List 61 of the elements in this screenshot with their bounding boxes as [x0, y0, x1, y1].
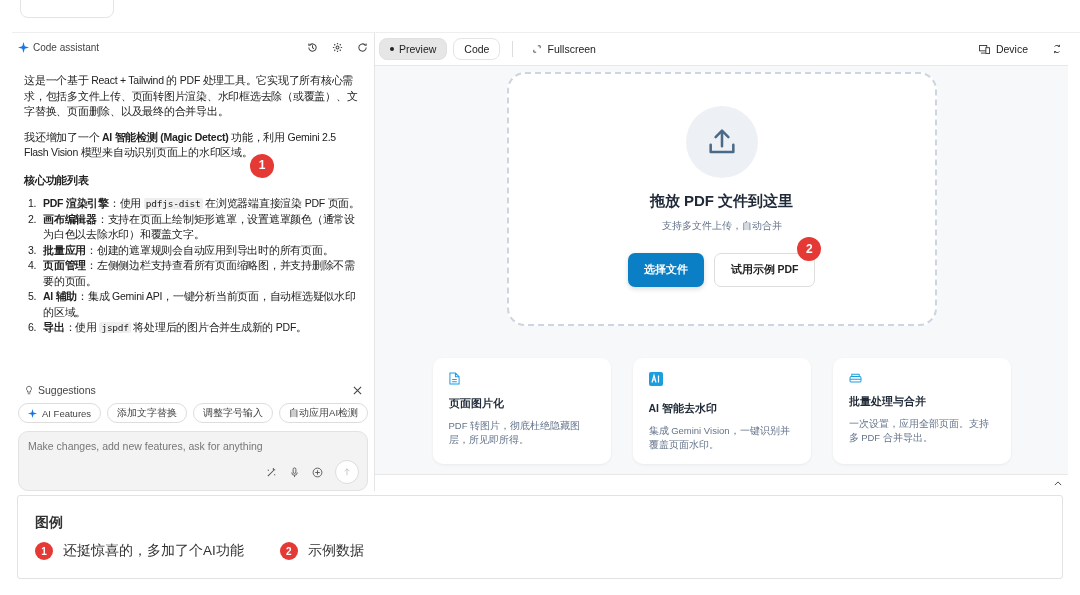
ai-icon	[648, 372, 663, 386]
list-item: 导出：使用 jspdf 将处理后的图片合并生成新的 PDF。	[43, 320, 308, 335]
feature-description: PDF 转图片，彻底杜绝隐藏图层，所见即所得。	[448, 419, 582, 447]
feature-title: 批量处理与合并	[848, 395, 927, 409]
stack-icon	[848, 372, 862, 383]
document-icon	[448, 372, 460, 385]
devices-icon	[978, 44, 990, 54]
list-item: AI 辅助：集成 Gemini API，一键分析当前页面，自动框选疑似水印的区域。	[43, 289, 357, 320]
sparkle-icon	[28, 408, 37, 418]
legend-text: 还挺惊喜的，多加了个AI功能	[63, 542, 244, 560]
microphone-icon[interactable]	[289, 466, 300, 478]
device-button[interactable]: Device	[970, 43, 1036, 55]
list-number: 1.	[28, 196, 38, 211]
magic-wand-icon[interactable]	[266, 466, 277, 478]
drop-zone[interactable]: 拖放 PDF 文件到这里 支持多文件上传，自动合并 选择文件 试用示例 PDF 2	[506, 72, 937, 326]
feature-description: 一次设置，应用全部页面。支持多 PDF 合并导出。	[848, 417, 990, 445]
prompt-field[interactable]: Make changes, add new features, ask for anything	[28, 440, 359, 452]
legend-badge: 2	[279, 542, 298, 560]
refresh-icon[interactable]	[357, 41, 368, 53]
settings-icon[interactable]	[332, 41, 343, 53]
view-tab[interactable]: Code	[453, 38, 501, 60]
legend-title: 图例	[35, 514, 64, 532]
add-icon[interactable]	[312, 466, 323, 478]
drop-zone-subtitle: 支持多文件上传，自动合并	[661, 219, 782, 233]
sample-pdf-button[interactable]: 试用示例 PDF	[713, 253, 816, 287]
suggestion-chip[interactable]: 自动应用AI检测	[279, 403, 369, 423]
feature-description: 集成 Gemini Vision，一键识别并覆盖页面水印。	[648, 424, 791, 452]
list-number: 5.	[28, 289, 38, 304]
annotation-badge: 2	[797, 237, 822, 261]
message-paragraph: 这是一个基于 React + Tailwind 的 PDF 处理工具。它实现了所有核心需求，包括多文件上传、页面转图片渲染、水印框选去除（或覆盖）、文字替换、页面删除、以及最终的合并导出。	[24, 73, 359, 119]
list-item: 批量应用：创建的遮罩规则会自动应用到导出时的所有页面。	[43, 242, 335, 258]
list-item: 页面管理：左侧侧边栏支持查看所有页面缩略图，并支持删除不需要的页面。	[43, 258, 356, 289]
rotate-icon[interactable]	[1052, 44, 1062, 54]
suggestion-chip[interactable]: AI Features	[18, 403, 102, 423]
legend-badge: 1	[35, 542, 53, 560]
feature-title: 页面图片化	[448, 397, 505, 411]
list-item: PDF 渲染引擎：使用 pdfjs-dist 在浏览器端直接渲染 PDF 页面。	[43, 196, 361, 211]
arrow-up-icon	[343, 468, 351, 476]
legend-text: 示例数据	[307, 542, 364, 560]
suggestion-chip[interactable]: 调整字号输入	[193, 403, 274, 423]
list-item: 画布编辑器：支持在页面上绘制矩形遮罩，设置遮罩颜色（通常设为白色以去除水印）和覆盖文字。	[43, 211, 356, 242]
suggestions-title: Suggestions	[38, 384, 96, 396]
list-number: 6.	[28, 320, 38, 335]
history-icon[interactable]	[307, 41, 318, 53]
annotation-badge: 1	[250, 153, 274, 178]
chevron-up-icon[interactable]	[1054, 480, 1062, 486]
suggestion-chip[interactable]: 添加文字替换	[107, 403, 188, 423]
list-number: 2.	[28, 211, 38, 227]
view-tab[interactable]: Preview	[379, 38, 448, 60]
drop-zone-title: 拖放 PDF 文件到这里	[649, 192, 794, 211]
close-icon[interactable]	[353, 385, 362, 395]
list-number: 4.	[28, 258, 38, 273]
lightbulb-icon	[24, 385, 34, 395]
list-number: 3.	[28, 242, 38, 258]
choose-file-button[interactable]: 选择文件	[627, 253, 704, 287]
list-heading: 核心功能列表	[24, 172, 90, 188]
feature-title: AI 智能去水印	[648, 402, 718, 416]
panel-title: Code assistant	[33, 41, 100, 53]
expand-icon	[533, 45, 542, 53]
fullscreen-button[interactable]: Fullscreen	[525, 43, 604, 55]
sparkle-icon	[18, 41, 29, 53]
